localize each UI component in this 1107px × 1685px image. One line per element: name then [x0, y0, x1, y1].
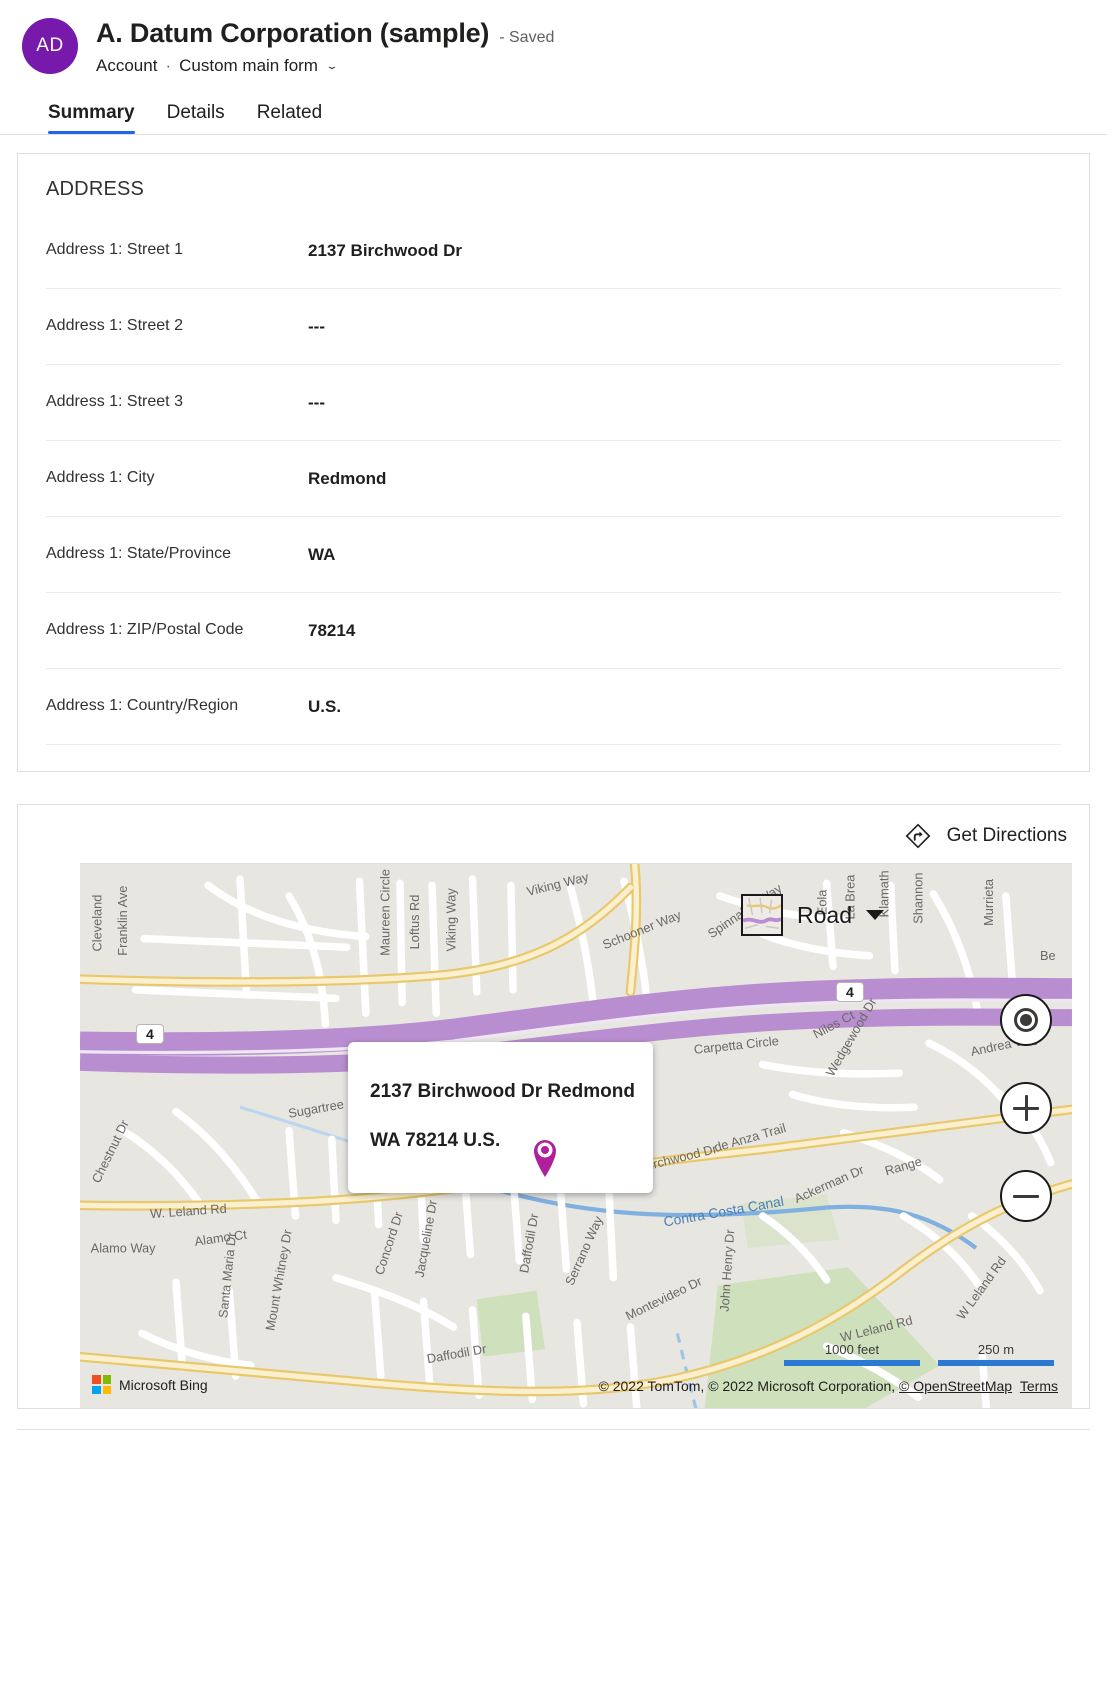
minus-icon: [1013, 1195, 1039, 1198]
avatar: AD: [22, 18, 78, 74]
locate-icon: [1014, 1008, 1038, 1032]
zoom-out-button[interactable]: [1000, 1170, 1052, 1222]
field-label: Address 1: State/Province: [46, 542, 308, 567]
road-thumbnail-icon: [743, 896, 781, 934]
separator-dot: ·: [165, 56, 171, 76]
field-label: Address 1: Country/Region: [46, 694, 308, 719]
bottom-divider: [17, 1429, 1090, 1430]
tab-list: Summary Details Related: [48, 102, 1107, 134]
field-value[interactable]: 2137 Birchwood Dr: [308, 241, 462, 261]
title-line: A. Datum Corporation (sample) - Saved: [96, 18, 554, 49]
field-row: Address 1: City Redmond: [46, 441, 1061, 517]
scale-imperial: 1000 feet: [784, 1342, 920, 1366]
bing-label: Microsoft Bing: [119, 1377, 208, 1393]
field-value[interactable]: ---: [308, 393, 325, 413]
field-row: Address 1: Street 3 ---: [46, 365, 1061, 441]
field-label: Address 1: Street 2: [46, 314, 308, 339]
field-label: Address 1: Street 1: [46, 238, 308, 263]
map-type-selector[interactable]: Road: [741, 894, 884, 936]
address-field-list: Address 1: Street 1 2137 Birchwood Dr Ad…: [18, 207, 1089, 771]
scale-bar-imperial: [784, 1360, 920, 1366]
form-selector-label[interactable]: Custom main form: [179, 56, 318, 76]
header-divider: [0, 134, 1107, 135]
infobox-line-2: WA 78214 U.S.: [370, 1129, 635, 1153]
svg-text:Maureen Circle: Maureen Circle: [377, 869, 392, 956]
field-value[interactable]: ---: [308, 317, 325, 337]
locate-button[interactable]: [1000, 994, 1052, 1046]
map-attribution: © 2022 TomTom, © 2022 Microsoft Corporat…: [599, 1378, 1058, 1394]
map-type-label: Road: [797, 902, 852, 929]
scale-metric-label: 250 m: [938, 1342, 1054, 1357]
map-scale: 1000 feet 250 m: [766, 1342, 1054, 1366]
map-infobox[interactable]: 2137 Birchwood Dr Redmond WA 78214 U.S.: [348, 1042, 653, 1193]
tab-summary[interactable]: Summary: [48, 102, 135, 134]
title-row: AD A. Datum Corporation (sample) - Saved…: [22, 16, 1107, 76]
field-label: Address 1: ZIP/Postal Code: [46, 618, 308, 643]
svg-text:Murrieta: Murrieta: [981, 878, 996, 926]
svg-text:Loftus Rd: Loftus Rd: [407, 895, 422, 950]
map-controls: [1000, 994, 1052, 1258]
scale-bar-metric: [938, 1360, 1054, 1366]
highway-shield: 4: [836, 982, 864, 1002]
entity-type-label: Account: [96, 56, 157, 76]
field-row: Address 1: State/Province WA: [46, 517, 1061, 593]
field-label: Address 1: Street 3: [46, 390, 308, 415]
address-card: ADDRESS Address 1: Street 1 2137 Birchwo…: [17, 153, 1090, 772]
field-row: Address 1: Country/Region U.S.: [46, 669, 1061, 745]
chevron-down-icon[interactable]: ⌄: [325, 60, 339, 71]
svg-text:Viking Way: Viking Way: [443, 888, 458, 952]
address-section-title: ADDRESS: [18, 154, 1089, 207]
record-header: AD A. Datum Corporation (sample) - Saved…: [0, 0, 1107, 134]
svg-text:Alamo Way: Alamo Way: [91, 1240, 156, 1255]
get-directions-button[interactable]: Get Directions: [905, 823, 1067, 849]
subtitle-line: Account · Custom main form ⌄: [96, 56, 554, 76]
map-toolbar: Get Directions: [18, 805, 1089, 863]
field-value[interactable]: WA: [308, 545, 335, 565]
map-type-thumbnail-icon: [741, 894, 783, 936]
openstreetmap-link[interactable]: © OpenStreetMap: [899, 1378, 1012, 1394]
bing-branding[interactable]: Microsoft Bing: [92, 1375, 208, 1394]
field-value[interactable]: 78214: [308, 621, 355, 641]
attribution-prefix: © 2022 TomTom, © 2022 Microsoft Corporat…: [599, 1378, 900, 1394]
microsoft-logo-icon: [92, 1375, 111, 1394]
map-card: Get Directions: [17, 804, 1090, 1409]
svg-text:Franklin Ave: Franklin Ave: [115, 886, 130, 956]
scale-imperial-label: 1000 feet: [784, 1342, 920, 1357]
tab-related[interactable]: Related: [257, 102, 323, 134]
field-value[interactable]: Redmond: [308, 469, 386, 489]
chevron-down-icon[interactable]: [866, 910, 884, 920]
zoom-in-button[interactable]: [1000, 1082, 1052, 1134]
tab-details[interactable]: Details: [167, 102, 225, 134]
directions-diamond-icon: [905, 823, 931, 849]
infobox-line-1: 2137 Birchwood Dr Redmond: [370, 1080, 635, 1104]
svg-text:Shannon: Shannon: [911, 873, 926, 924]
field-label: Address 1: City: [46, 466, 308, 491]
page-title: A. Datum Corporation (sample): [96, 18, 489, 49]
map-pin-icon[interactable]: [528, 1134, 562, 1178]
map-viewport[interactable]: Cleveland Franklin Ave Maureen Circle Lo…: [80, 863, 1072, 1408]
field-row: Address 1: Street 2 ---: [46, 289, 1061, 365]
svg-text:Cleveland: Cleveland: [89, 895, 104, 952]
field-value[interactable]: U.S.: [308, 697, 341, 717]
scale-metric: 250 m: [938, 1342, 1054, 1366]
field-row: Address 1: Street 1 2137 Birchwood Dr: [46, 213, 1061, 289]
save-status: - Saved: [499, 29, 554, 47]
field-row: Address 1: ZIP/Postal Code 78214: [46, 593, 1061, 669]
get-directions-label: Get Directions: [947, 825, 1067, 847]
highway-shield: 4: [136, 1024, 164, 1044]
svg-text:Be: Be: [1040, 948, 1056, 963]
terms-link[interactable]: Terms: [1020, 1378, 1058, 1394]
title-block: A. Datum Corporation (sample) - Saved Ac…: [96, 16, 554, 76]
